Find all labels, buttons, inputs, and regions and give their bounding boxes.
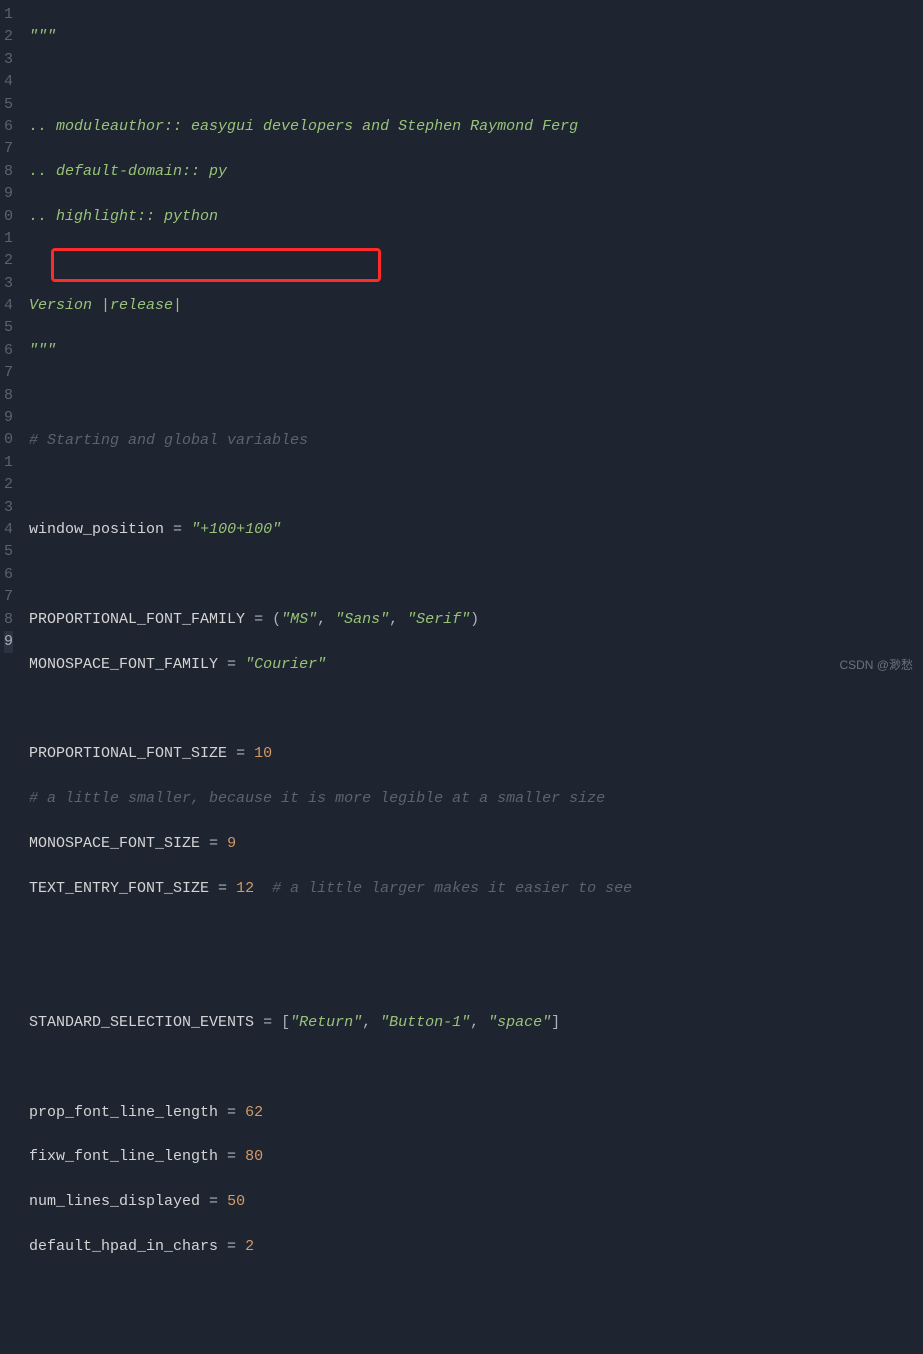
code-line[interactable]: PROPORTIONAL_FONT_SIZE = 10 bbox=[29, 743, 923, 765]
code-line[interactable]: MONOSPACE_FONT_SIZE = 9 bbox=[29, 833, 923, 855]
code-line[interactable]: # a little smaller, because it is more l… bbox=[29, 788, 923, 810]
line-number: 5 bbox=[4, 317, 13, 339]
line-number: 7 bbox=[4, 138, 13, 160]
code-line[interactable]: window_position = "+100+100" bbox=[29, 519, 923, 541]
line-number-gutter: 1 2 3 4 5 6 7 8 9 0 1 2 3 4 5 6 7 8 9 0 … bbox=[0, 0, 21, 677]
code-line[interactable] bbox=[29, 967, 923, 989]
code-line[interactable] bbox=[29, 250, 923, 272]
line-number-active: 9 bbox=[4, 631, 13, 653]
code-line[interactable] bbox=[29, 71, 923, 93]
line-number: 9 bbox=[4, 183, 13, 205]
code-line[interactable]: .. default-domain:: py bbox=[29, 161, 923, 183]
code-line[interactable]: num_lines_displayed = 50 bbox=[29, 1191, 923, 1213]
code-line[interactable]: default_hpad_in_chars = 2 bbox=[29, 1236, 923, 1258]
line-number: 5 bbox=[4, 541, 13, 563]
code-line[interactable] bbox=[29, 698, 923, 720]
code-line[interactable] bbox=[29, 922, 923, 944]
code-line[interactable] bbox=[29, 1057, 923, 1079]
line-number: 7 bbox=[4, 586, 13, 608]
code-line[interactable] bbox=[29, 474, 923, 496]
line-number: 3 bbox=[4, 49, 13, 71]
code-line[interactable]: .. moduleauthor:: easygui developers and… bbox=[29, 116, 923, 138]
code-line[interactable] bbox=[29, 564, 923, 586]
line-number: 8 bbox=[4, 161, 13, 183]
line-number: 4 bbox=[4, 519, 13, 541]
line-number: 4 bbox=[4, 295, 13, 317]
line-number: 1 bbox=[4, 4, 13, 26]
code-line[interactable]: prop_font_line_length = 62 bbox=[29, 1102, 923, 1124]
line-number: 9 bbox=[4, 407, 13, 429]
line-number: 8 bbox=[4, 385, 13, 407]
line-number: 3 bbox=[4, 497, 13, 519]
code-line[interactable] bbox=[29, 385, 923, 407]
code-area[interactable]: """ .. moduleauthor:: easygui developers… bbox=[21, 0, 923, 677]
line-number: 5 bbox=[4, 94, 13, 116]
line-number: 6 bbox=[4, 116, 13, 138]
code-line[interactable]: STANDARD_SELECTION_EVENTS = ["Return", "… bbox=[29, 1012, 923, 1034]
line-number: 2 bbox=[4, 474, 13, 496]
code-line[interactable]: .. highlight:: python bbox=[29, 206, 923, 228]
code-line[interactable]: """ bbox=[29, 340, 923, 362]
line-number: 1 bbox=[4, 452, 13, 474]
line-number: 2 bbox=[4, 26, 13, 48]
line-number: 0 bbox=[4, 429, 13, 451]
line-number: 2 bbox=[4, 250, 13, 272]
line-number: 6 bbox=[4, 564, 13, 586]
code-line[interactable]: """ bbox=[29, 26, 923, 48]
line-number: 8 bbox=[4, 609, 13, 631]
line-number: 0 bbox=[4, 206, 13, 228]
line-number: 6 bbox=[4, 340, 13, 362]
code-editor[interactable]: 1 2 3 4 5 6 7 8 9 0 1 2 3 4 5 6 7 8 9 0 … bbox=[0, 0, 923, 677]
code-line[interactable]: MONOSPACE_FONT_FAMILY = "Courier" bbox=[29, 654, 923, 676]
code-line[interactable]: Version |release| bbox=[29, 295, 923, 317]
line-number: 1 bbox=[4, 228, 13, 250]
code-line[interactable]: # Starting and global variables bbox=[29, 430, 923, 452]
line-number: 4 bbox=[4, 71, 13, 93]
code-line[interactable]: fixw_font_line_length = 80 bbox=[29, 1146, 923, 1168]
code-line[interactable] bbox=[29, 1281, 923, 1303]
code-line[interactable]: PROPORTIONAL_FONT_FAMILY = ("MS", "Sans"… bbox=[29, 609, 923, 631]
line-number: 3 bbox=[4, 273, 13, 295]
code-line[interactable]: TEXT_ENTRY_FONT_SIZE = 12 # a little lar… bbox=[29, 878, 923, 900]
line-number: 7 bbox=[4, 362, 13, 384]
watermark-text: CSDN @渺愁 bbox=[839, 656, 913, 673]
